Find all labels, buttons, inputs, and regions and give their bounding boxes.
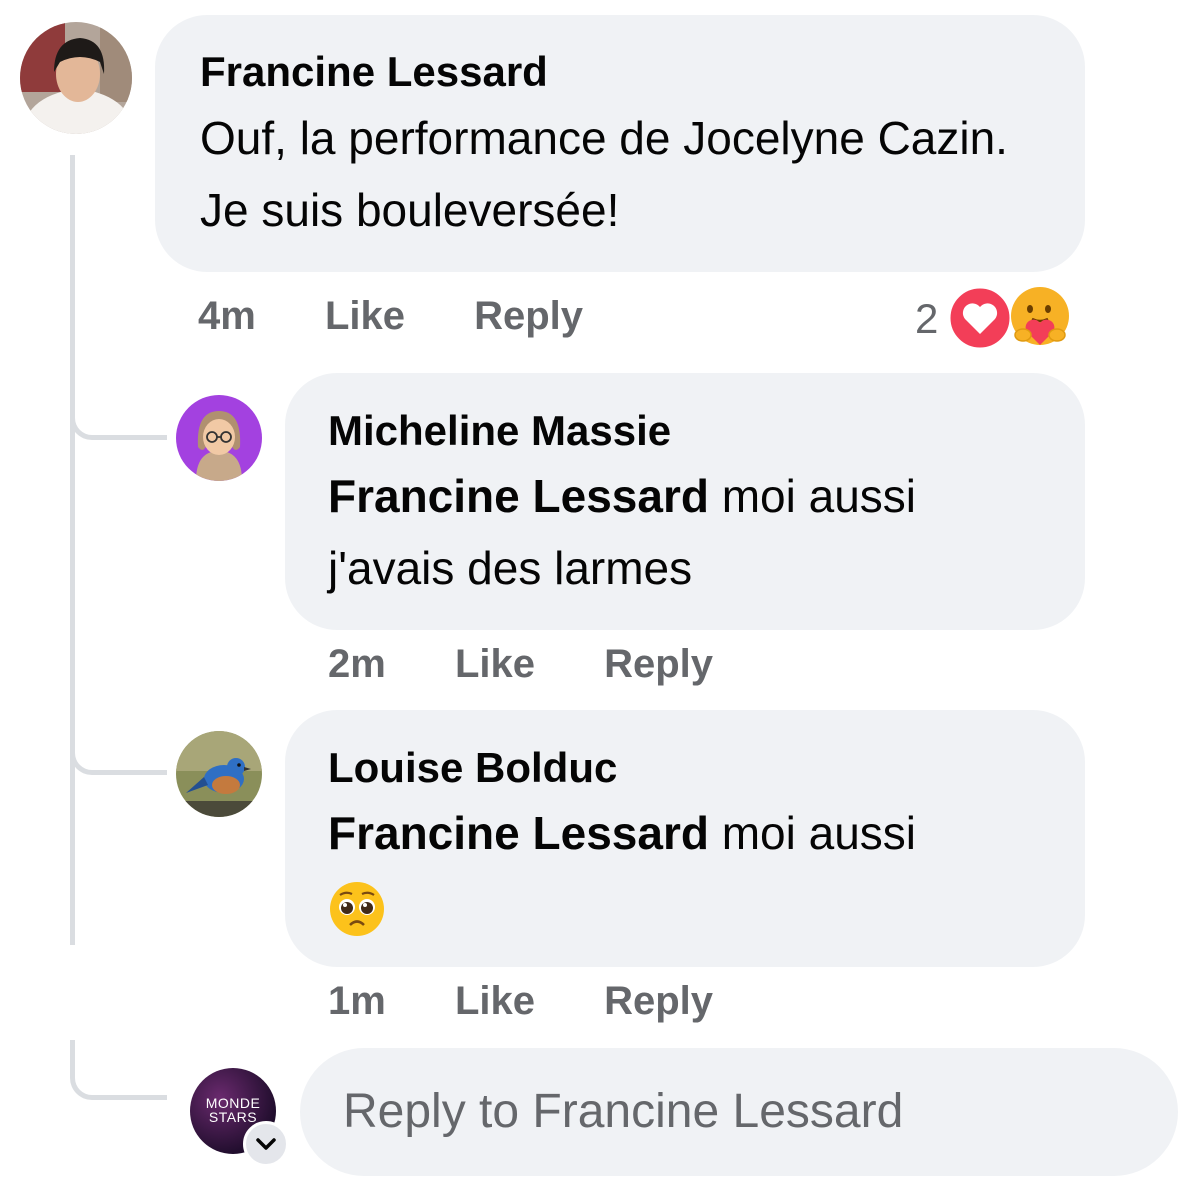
reaction-summary[interactable]: 2 [915, 283, 1075, 355]
reply-2-body: moi aussi [708, 807, 917, 859]
reply-1-time[interactable]: 2m [328, 642, 386, 687]
avatar-louise[interactable] [176, 731, 262, 817]
composer-avatar-logo: MONDE STARS [205, 1095, 261, 1125]
reply-2-mention[interactable]: Francine Lessard [328, 807, 709, 859]
heart-reaction-icon [947, 285, 1013, 351]
reply-input-placeholder: Reply to Francine Lessard [343, 1085, 904, 1138]
chevron-down-icon [256, 1138, 276, 1150]
comment-actions: 4m Like Reply [198, 294, 583, 339]
reply-2-like-button[interactable]: Like [455, 979, 535, 1024]
care-reaction-icon [1011, 287, 1069, 345]
comment-author[interactable]: Francine Lessard [200, 48, 548, 96]
profile-switch-button[interactable] [243, 1121, 289, 1167]
reply-1-mention[interactable]: Francine Lessard [328, 470, 709, 522]
reply-2-reply-button[interactable]: Reply [604, 979, 713, 1024]
comment-like-button[interactable]: Like [325, 294, 405, 339]
pleading-face-emoji [330, 882, 384, 936]
avatar-francine[interactable] [20, 22, 132, 134]
reply-2-actions: 1m Like Reply [328, 979, 713, 1024]
reply-2-author[interactable]: Louise Bolduc [328, 744, 617, 792]
reaction-count: 2 [915, 295, 939, 342]
thread-branch-composer [70, 1040, 167, 1100]
comment-reply-button[interactable]: Reply [474, 294, 583, 339]
thread-branch-reply-1 [70, 390, 167, 440]
reply-1-like-button[interactable]: Like [455, 642, 535, 687]
reply-2-time[interactable]: 1m [328, 979, 386, 1024]
thread-line [70, 155, 75, 945]
reply-1-reply-button[interactable]: Reply [604, 642, 713, 687]
comment-text: Ouf, la performance de Jocelyne Cazin. J… [200, 112, 1008, 236]
reply-1-actions: 2m Like Reply [328, 642, 713, 687]
avatar-micheline[interactable] [176, 395, 262, 481]
reply-1-text: Francine Lessard moi aussi j'avais des l… [328, 460, 1048, 604]
thread-branch-reply-2 [70, 725, 167, 775]
comment-time[interactable]: 4m [198, 294, 256, 339]
reply-2-text: Francine Lessard moi aussi [328, 797, 1048, 869]
reply-1-author[interactable]: Micheline Massie [328, 407, 671, 455]
